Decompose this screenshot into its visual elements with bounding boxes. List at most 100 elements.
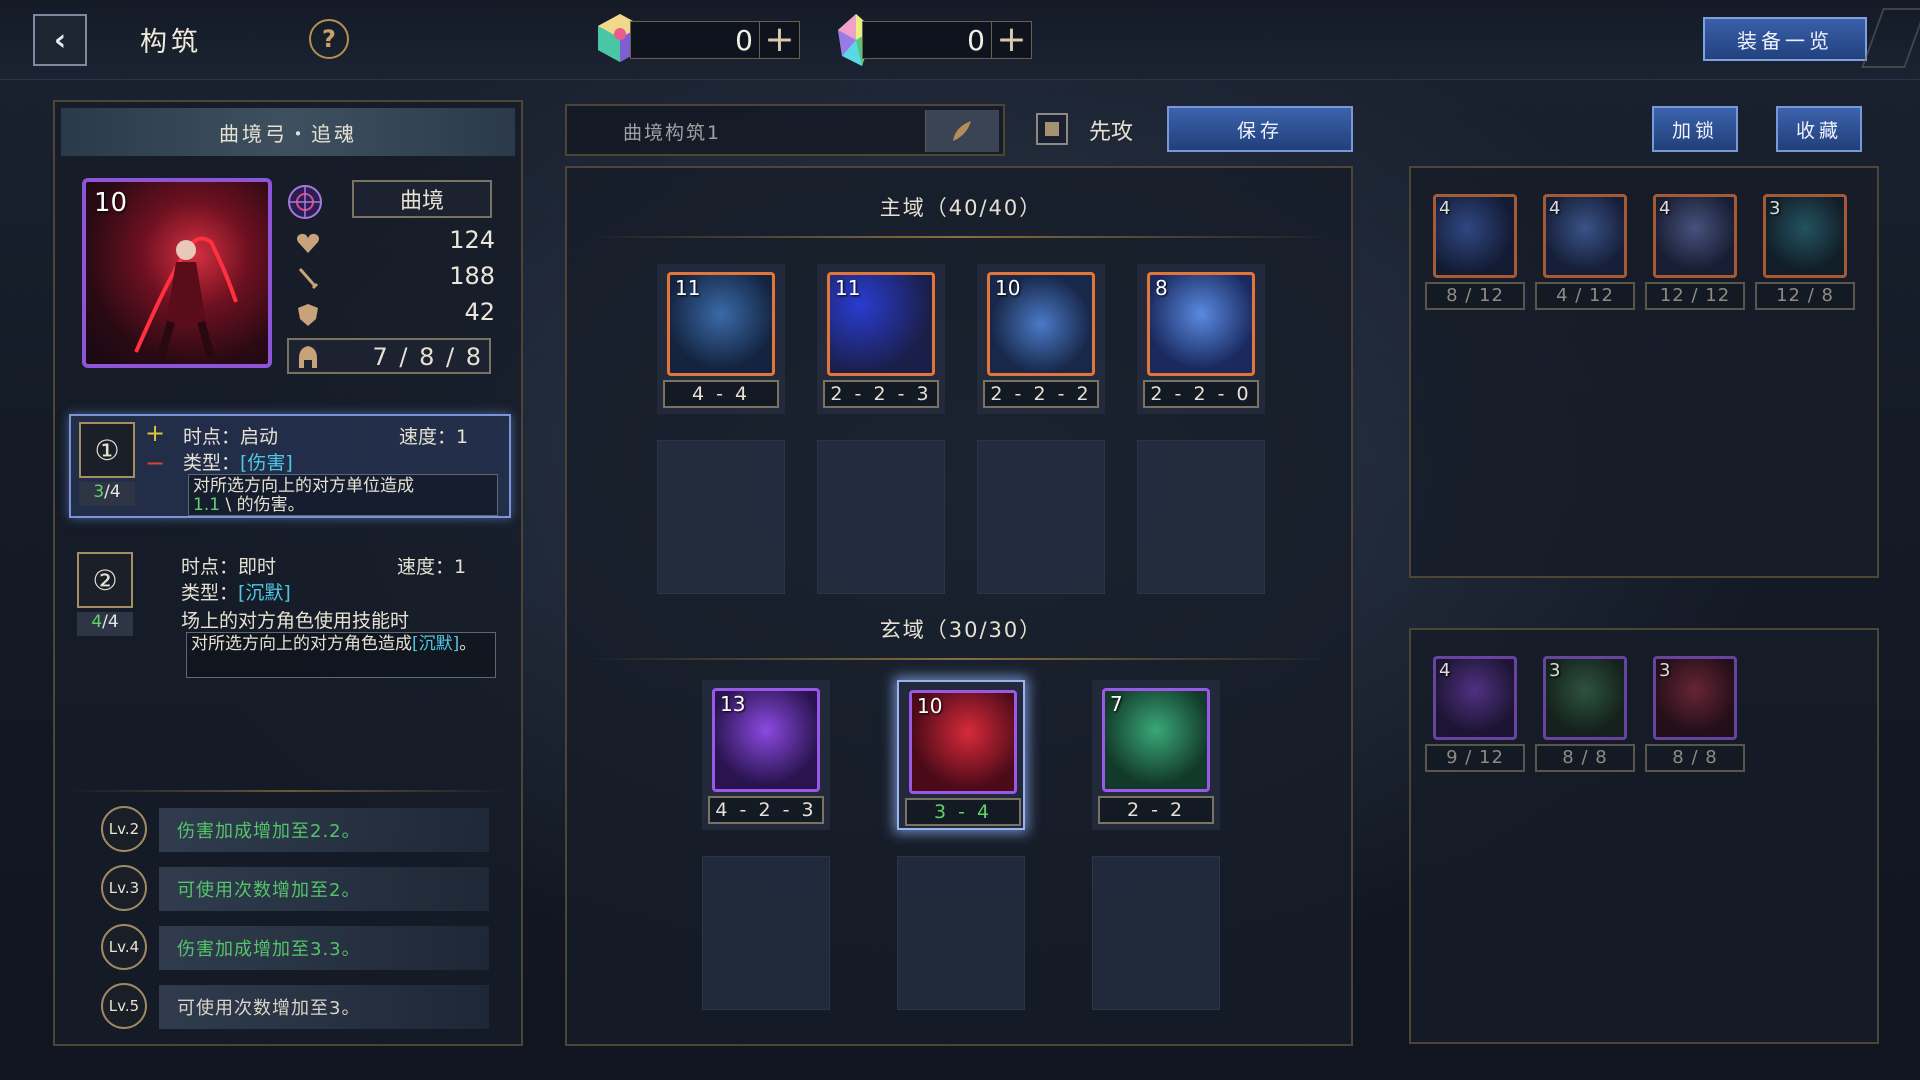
pool-main-card-2-stats: 4 / 12 [1535,282,1635,310]
currency-1-box: 0 + [630,21,800,59]
top-bar: ‹ 构筑 ? 0 + 0 + 装备一览 [0,0,1920,80]
pool-mystic-card-3-stats: 8 / 8 [1645,744,1745,772]
deck-name-field[interactable]: 曲境构筑1 [565,104,1005,156]
level-row-2: Lv.2 伤害加成增加至2.2。 [101,806,501,852]
skill-2-card[interactable]: ② 4/4 时点：即时 速度：1 类型：[沉默] 场上的对方角色使用技能时 对所… [69,546,511,706]
type-emblem-icon [288,185,322,219]
skill-1-uses-current: 3 [93,482,105,502]
level-text-2: 伤害加成增加至2.2。 [159,808,489,852]
pool-main-card-2[interactable]: 4 4 / 12 [1535,194,1635,314]
hero-type: 曲境 [352,180,492,218]
main-card-3[interactable]: 10 2 - 2 - 2 [977,264,1105,414]
skill-2-speed: 速度：1 [397,556,467,578]
mystic-empty-slot-2[interactable] [897,856,1025,1010]
hero-name-header: 曲境弓・追魂 [61,108,515,156]
level-text-3: 可使用次数增加至2。 [159,867,489,911]
page-title: 构筑 [140,27,202,58]
question-icon: ? [322,25,336,53]
mystic-card-1-stats: 4 - 2 - 3 [708,796,824,824]
level-badge-4: Lv.4 [101,924,147,970]
main-empty-slot-2[interactable] [817,440,945,594]
main-card-4[interactable]: 8 2 - 2 - 0 [1137,264,1265,414]
first-attack-label: 先攻 [1089,120,1134,145]
help-button[interactable]: ? [309,19,349,59]
main-card-1-level: 11 [675,276,701,300]
skill-1-desc-value: 1.1 [193,495,221,515]
skill-2-type-tag: [沉默] [238,582,291,604]
mystic-card-pool-panel: 4 9 / 12 3 8 / 8 3 8 / 8 [1409,628,1879,1044]
pool-mystic-card-1[interactable]: 4 9 / 12 [1425,656,1525,776]
deck-panel: 主域（40/40） 11 4 - 4 11 2 - 2 - 3 10 2 - 2… [565,166,1353,1046]
skill-1-type-prefix: 类型： [183,452,241,474]
skill-2-desc-tag: [沉默] [412,634,460,654]
hero-detail-panel: 曲境弓・追魂 10 曲境 124 188 42 7 / 8 / 8 ① 3/4 [53,100,523,1046]
pool-mystic-card-3[interactable]: 3 8 / 8 [1645,656,1745,776]
level-badge-3: Lv.3 [101,865,147,911]
skill-1-description: 对所选方向上的对方单位造成 1.1 \ 的伤害。 [188,474,498,516]
mystic-card-3[interactable]: 7 2 - 2 [1092,680,1220,830]
main-card-2-level: 11 [835,276,861,300]
save-button[interactable]: 保存 [1167,106,1353,152]
mystic-card-2-stats: 3 - 4 [905,798,1021,826]
level-row-3: Lv.3 可使用次数增加至2。 [101,865,501,911]
edit-name-button[interactable] [925,110,999,152]
pool-mystic-card-2-stats: 8 / 8 [1535,744,1635,772]
mystic-card-2-level: 10 [917,694,943,718]
level-badge-2: Lv.2 [101,806,147,852]
hero-figure-image [134,236,238,359]
quill-edit-icon [952,121,971,141]
skill-1-minus-button[interactable]: − [143,451,167,476]
skill-2-condition: 场上的对方角色使用技能时 [181,610,410,632]
deck-name-text: 曲境构筑1 [623,122,722,144]
pool-main-card-3[interactable]: 4 12 / 12 [1645,194,1745,314]
mystic-card-2-selected[interactable]: 10 3 - 4 [897,680,1025,830]
skill-2-uses: 4/4 [77,612,133,636]
mystic-card-1[interactable]: 13 4 - 2 - 3 [702,680,830,830]
currency-2-add-button[interactable]: + [991,22,1031,58]
level-text-4: 伤害加成增加至3.3。 [159,926,489,970]
back-arrow-icon: ‹ [53,22,67,58]
level-text-5: 可使用次数增加至3。 [159,985,489,1029]
main-card-2-stats: 2 - 2 - 3 [823,380,939,408]
skill-2-uses-current: 4 [91,612,103,632]
currency-1-add-button[interactable]: + [759,22,799,58]
skill-1-plus-button[interactable]: + [143,421,167,446]
level-row-4: Lv.4 伤害加成增加至3.3。 [101,924,501,970]
main-card-pool-panel: 4 8 / 12 4 4 / 12 4 12 / 12 3 12 / 8 [1409,166,1879,578]
main-card-3-level: 10 [995,276,1021,300]
skill-2-type: 类型：[沉默] [181,578,291,605]
mystic-empty-slot-3[interactable] [1092,856,1220,1010]
pool-main-card-4-stats: 12 / 8 [1755,282,1855,310]
skill-1-speed: 速度：1 [399,426,469,448]
skill-1-card[interactable]: ① 3/4 + − 时点：启动 速度：1 类型：[伤害] 对所选方向上的对方单位… [69,414,511,518]
pool-main-card-1[interactable]: 4 8 / 12 [1425,194,1525,314]
main-card-4-level: 8 [1155,276,1168,300]
main-empty-slot-1[interactable] [657,440,785,594]
pool-main-card-4[interactable]: 3 12 / 8 [1755,194,1855,314]
main-empty-slot-3[interactable] [977,440,1105,594]
lock-button[interactable]: 加锁 [1652,106,1738,152]
pool-main-card-1-stats: 8 / 12 [1425,282,1525,310]
first-attack-checkbox[interactable] [1036,113,1068,145]
heart-icon [297,233,319,253]
currency-2-value: 0 [967,24,985,57]
main-card-1-stats: 4 - 4 [663,380,779,408]
main-empty-slot-4[interactable] [1137,440,1265,594]
equipment-list-button[interactable]: 装备一览 [1703,17,1867,61]
pool-mystic-card-2[interactable]: 3 8 / 8 [1535,656,1635,776]
mystic-zone-title: 玄域（30/30） [879,618,1043,642]
sword-icon [298,268,319,290]
main-card-1[interactable]: 11 4 - 4 [657,264,785,414]
mystic-card-3-stats: 2 - 2 [1098,796,1214,824]
hero-hp: 124 [449,226,495,254]
favorite-button[interactable]: 收藏 [1776,106,1862,152]
back-button[interactable]: ‹ [33,14,87,66]
main-card-2[interactable]: 11 2 - 2 - 3 [817,264,945,414]
currency-1-value: 0 [735,24,753,57]
pool-mystic-card-2-level: 3 [1549,660,1561,681]
pool-mystic-card-1-level: 4 [1439,660,1451,681]
skill-1-uses: 3/4 [79,482,135,506]
corner-ornament [1861,8,1920,68]
mystic-empty-slot-1[interactable] [702,856,830,1010]
hero-portrait[interactable]: 10 [82,178,272,368]
